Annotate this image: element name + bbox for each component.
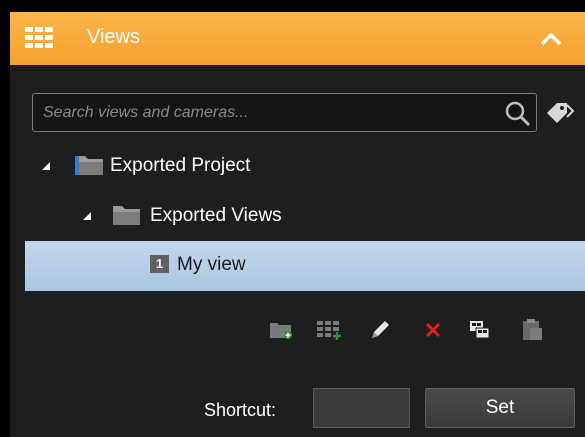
- folder-icon: [75, 153, 105, 182]
- search-icon[interactable]: [505, 101, 531, 132]
- tree-item-label: Exported Project: [110, 155, 251, 176]
- set-shortcut-button[interactable]: Set: [425, 388, 575, 428]
- tag-filter-icon[interactable]: [545, 101, 577, 132]
- views-toolbar: [10, 312, 585, 352]
- tree-item-label: Exported Views: [150, 205, 282, 226]
- chevron-up-icon[interactable]: [540, 32, 562, 51]
- copy-icon[interactable]: [465, 312, 495, 348]
- search-input[interactable]: [43, 101, 493, 125]
- tree-item-exported-views[interactable]: Exported Views: [10, 195, 585, 241]
- views-header[interactable]: Views: [10, 12, 585, 65]
- panel-title: Views: [87, 26, 140, 48]
- tree-item-exported-project[interactable]: Exported Project: [10, 145, 585, 191]
- shortcut-input[interactable]: [313, 388, 410, 428]
- edit-icon[interactable]: [365, 312, 395, 348]
- expand-arrow-icon[interactable]: [82, 208, 92, 226]
- search-box[interactable]: [32, 93, 537, 132]
- view-layout-badge: 1: [150, 255, 169, 273]
- views-panel: Views Search views and cameras... Export…: [10, 12, 585, 437]
- grid-icon: [25, 27, 55, 54]
- folder-icon: [112, 203, 142, 232]
- tree-item-label: My view: [177, 254, 246, 275]
- new-view-icon[interactable]: [315, 312, 345, 348]
- tree-item-my-view[interactable]: 1 My view: [25, 241, 585, 291]
- new-group-icon[interactable]: [266, 312, 296, 348]
- delete-icon[interactable]: [418, 312, 448, 348]
- shortcut-label: Shortcut:: [204, 400, 277, 420]
- expand-arrow-icon[interactable]: [41, 158, 51, 176]
- paste-icon[interactable]: [517, 312, 547, 348]
